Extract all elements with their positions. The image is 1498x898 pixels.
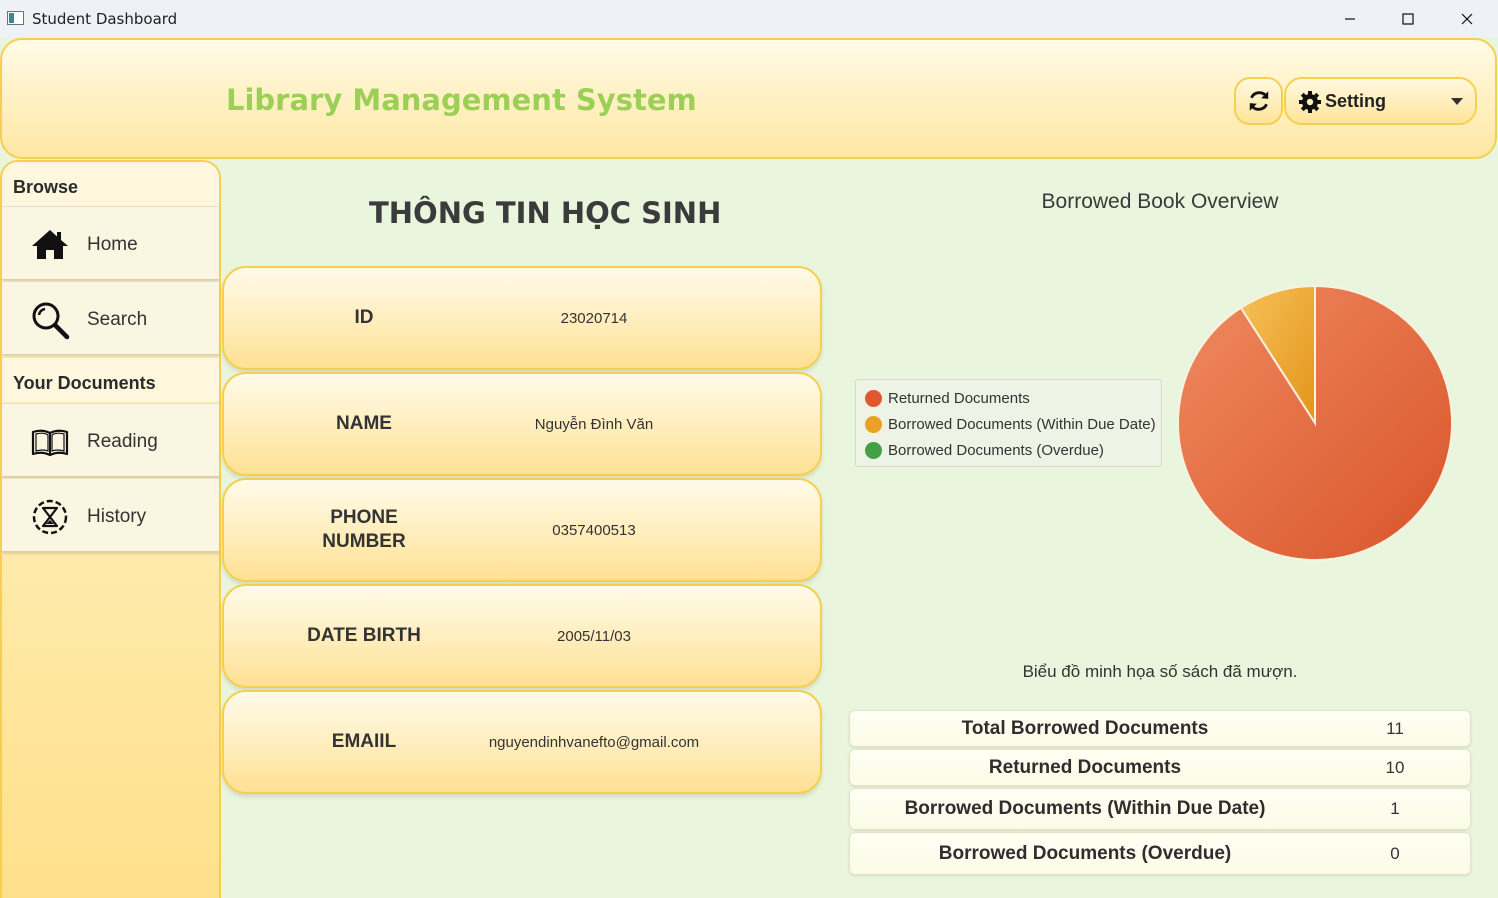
app-icon [7, 11, 24, 25]
history-icon [32, 499, 68, 535]
sidebar: Browse Home Search Your Documents Readin… [0, 160, 221, 898]
legend-swatch [865, 416, 882, 433]
info-card-phone: PHONE NUMBER 0357400513 [222, 478, 822, 582]
info-value: 23020714 [560, 309, 628, 327]
minimize-button[interactable] [1321, 0, 1379, 37]
setting-label: Setting [1325, 91, 1386, 111]
info-value: Nguyễn Đình Văn [534, 415, 654, 433]
legend-label: Borrowed Documents (Overdue) [888, 442, 1104, 459]
chart-title: Borrowed Book Overview [1041, 190, 1279, 213]
book-icon [31, 429, 69, 457]
sidebar-item-label: Home [87, 234, 138, 255]
pie-chart [1177, 284, 1453, 561]
legend-item: Returned Documents [856, 386, 1161, 412]
minimize-icon [1345, 17, 1355, 20]
sidebar-item-history[interactable]: History [2, 478, 219, 552]
sidebar-item-search[interactable]: Search [2, 281, 219, 355]
stat-row-within-due: Borrowed Documents (Within Due Date) 1 [849, 788, 1471, 830]
setting-dropdown[interactable]: Setting [1284, 77, 1477, 125]
stat-value: 11 [1386, 718, 1404, 738]
maximize-icon [1402, 12, 1414, 25]
info-label: DATE BIRTH [307, 625, 421, 646]
info-value: nguyendinhvanefto@gmail.com [488, 733, 700, 751]
info-card-email: EMAIIL nguyendinhvanefto@gmail.com [222, 690, 822, 794]
chevron-down-icon [1451, 98, 1463, 105]
app-header: Library Management System Setting [0, 38, 1497, 159]
info-value: 2005/11/03 [557, 627, 631, 645]
window-title: Student Dashboard [32, 10, 178, 28]
sidebar-item-home[interactable]: Home [2, 206, 219, 280]
info-label: ID [354, 307, 374, 328]
chart-legend: Returned Documents Borrowed Documents (W… [855, 379, 1162, 467]
sidebar-item-reading[interactable]: Reading [2, 403, 219, 477]
legend-swatch [865, 442, 882, 459]
stat-row-returned: Returned Documents 10 [849, 749, 1471, 786]
page-title: THÔNG TIN HỌC SINH [369, 196, 722, 230]
stat-label: Borrowed Documents (Overdue) [938, 842, 1232, 864]
legend-item: Borrowed Documents (Overdue) [856, 438, 1161, 464]
search-icon [32, 302, 70, 340]
gear-icon [1299, 91, 1321, 113]
refresh-button[interactable] [1234, 77, 1283, 125]
info-card-name: NAME Nguyễn Đình Văn [222, 372, 822, 476]
sidebar-item-label: Reading [87, 431, 158, 452]
stat-value: 0 [1390, 843, 1400, 863]
legend-item: Borrowed Documents (Within Due Date) [856, 412, 1161, 438]
info-card-birth: DATE BIRTH 2005/11/03 [222, 584, 822, 688]
chart-caption: Biểu đồ minh họa số sách đã mượn. [1022, 662, 1298, 681]
sidebar-section-documents: Your Documents [2, 358, 219, 402]
info-card-id: ID 23020714 [222, 266, 822, 370]
stat-label: Borrowed Documents (Within Due Date) [904, 798, 1266, 819]
legend-label: Returned Documents [888, 390, 1030, 407]
stat-label: Returned Documents [988, 756, 1182, 778]
stat-value: 1 [1390, 799, 1400, 818]
stat-label: Total Borrowed Documents [961, 717, 1209, 739]
window-titlebar: Student Dashboard [0, 0, 1498, 37]
stat-row-total: Total Borrowed Documents 11 [849, 710, 1471, 747]
stat-row-overdue: Borrowed Documents (Overdue) 0 [849, 832, 1471, 875]
sidebar-item-label: History [87, 506, 147, 527]
sidebar-item-label: Search [87, 309, 148, 330]
home-icon [32, 230, 68, 259]
legend-swatch [865, 390, 882, 407]
close-icon [1461, 13, 1473, 24]
legend-label: Borrowed Documents (Within Due Date) [888, 416, 1156, 433]
sidebar-section-browse: Browse [2, 162, 219, 206]
info-value: 0357400513 [552, 521, 636, 539]
stat-value: 10 [1385, 757, 1405, 777]
app-title: Library Management System [226, 83, 697, 117]
info-label: NAME [336, 413, 392, 434]
info-label: EMAIIL [331, 731, 397, 752]
info-label: PHONE NUMBER [322, 507, 406, 552]
close-button[interactable] [1438, 0, 1496, 37]
refresh-icon [1249, 91, 1268, 111]
maximize-button[interactable] [1379, 0, 1437, 37]
